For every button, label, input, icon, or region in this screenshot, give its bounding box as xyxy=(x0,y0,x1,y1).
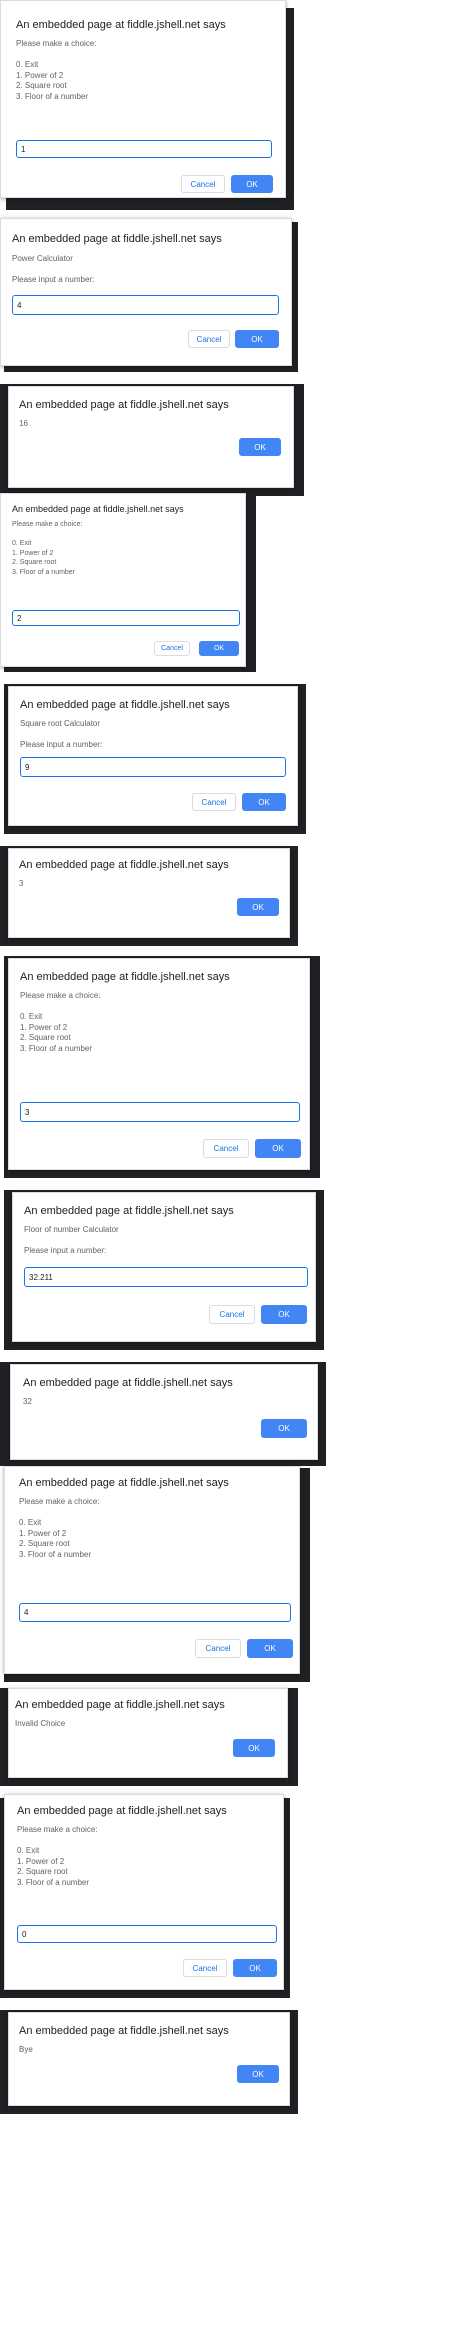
cancel-button[interactable]: Cancel xyxy=(195,1639,241,1658)
prompt-dialog: An embedded page at fiddle.jshell.net sa… xyxy=(0,218,292,366)
ok-button[interactable]: OK xyxy=(242,793,286,811)
dialog-message: 32 xyxy=(23,1397,32,1406)
ok-button[interactable]: OK xyxy=(247,1639,293,1658)
cancel-button[interactable]: Cancel xyxy=(183,1959,227,1977)
dialog-title: An embedded page at fiddle.jshell.net sa… xyxy=(19,2025,229,2037)
dialog-title: An embedded page at fiddle.jshell.net sa… xyxy=(20,971,230,983)
ok-button[interactable]: OK xyxy=(233,1739,275,1757)
dialog-title: An embedded page at fiddle.jshell.net sa… xyxy=(24,1205,234,1217)
ok-button[interactable]: OK xyxy=(233,1959,277,1977)
prompt-dialog: An embedded page at fiddle.jshell.net sa… xyxy=(0,0,286,198)
prompt-dialog: An embedded page at fiddle.jshell.net sa… xyxy=(4,1794,284,1990)
dialog-message: Please make a choice: 0. Exit 1. Power o… xyxy=(16,39,97,101)
prompt-input[interactable] xyxy=(24,1267,308,1287)
ok-button[interactable]: OK xyxy=(237,898,279,916)
alert-dialog: An embedded page at fiddle.jshell.net sa… xyxy=(8,848,290,938)
alert-dialog: An embedded page at fiddle.jshell.net sa… xyxy=(8,2012,290,2106)
prompt-input[interactable] xyxy=(17,1925,277,1943)
dialog-message: Square root Calculator Please input a nu… xyxy=(20,719,103,749)
dialog-message: 3 xyxy=(19,879,24,888)
dialog-message: 16 xyxy=(19,419,28,428)
cancel-button[interactable]: Cancel xyxy=(188,330,230,348)
dialog-title: An embedded page at fiddle.jshell.net sa… xyxy=(15,1699,225,1711)
ok-button[interactable]: OK xyxy=(261,1419,307,1438)
alert-dialog: An embedded page at fiddle.jshell.net sa… xyxy=(8,1688,288,1778)
ok-button[interactable]: OK xyxy=(255,1139,301,1158)
dialog-message: Power Calculator Please input a number: xyxy=(12,254,95,284)
prompt-dialog: An embedded page at fiddle.jshell.net sa… xyxy=(12,1192,316,1342)
dialog-message: Bye xyxy=(19,2045,33,2054)
prompt-input[interactable] xyxy=(19,1603,291,1622)
dialog-message: Floor of number Calculator Please input … xyxy=(24,1225,119,1255)
prompt-input[interactable] xyxy=(12,610,240,626)
ok-button[interactable]: OK xyxy=(231,175,273,193)
dialog-message: Please make a choice: 0. Exit 1. Power o… xyxy=(12,521,83,576)
dialog-title: An embedded page at fiddle.jshell.net sa… xyxy=(19,399,229,411)
prompt-input[interactable] xyxy=(16,140,272,158)
prompt-input[interactable] xyxy=(20,1102,300,1122)
dialog-message: Please make a choice: 0. Exit 1. Power o… xyxy=(17,1825,98,1887)
dialog-title: An embedded page at fiddle.jshell.net sa… xyxy=(20,699,230,711)
cancel-button[interactable]: Cancel xyxy=(192,793,236,811)
alert-dialog: An embedded page at fiddle.jshell.net sa… xyxy=(10,1364,318,1460)
dialog-title: An embedded page at fiddle.jshell.net sa… xyxy=(23,1377,233,1389)
dialog-title: An embedded page at fiddle.jshell.net sa… xyxy=(12,233,222,245)
cancel-button[interactable]: Cancel xyxy=(181,175,225,193)
prompt-dialog: An embedded page at fiddle.jshell.net sa… xyxy=(8,686,298,826)
alert-dialog: An embedded page at fiddle.jshell.net sa… xyxy=(8,386,294,488)
prompt-dialog: An embedded page at fiddle.jshell.net sa… xyxy=(0,493,246,667)
ok-button[interactable]: OK xyxy=(199,641,239,656)
ok-button[interactable]: OK xyxy=(235,330,279,348)
ok-button[interactable]: OK xyxy=(237,2065,279,2083)
dialog-title: An embedded page at fiddle.jshell.net sa… xyxy=(19,859,229,871)
cancel-button[interactable]: Cancel xyxy=(203,1139,249,1158)
prompt-dialog: An embedded page at fiddle.jshell.net sa… xyxy=(4,1466,300,1674)
prompt-input[interactable] xyxy=(12,295,279,315)
cancel-button[interactable]: Cancel xyxy=(154,641,190,656)
dialog-title: An embedded page at fiddle.jshell.net sa… xyxy=(12,504,184,514)
dialog-message: Invalid Choice xyxy=(15,1719,66,1728)
ok-button[interactable]: OK xyxy=(261,1305,307,1324)
prompt-input[interactable] xyxy=(20,757,286,777)
dialog-title: An embedded page at fiddle.jshell.net sa… xyxy=(17,1805,227,1817)
dialog-message: Please make a choice: 0. Exit 1. Power o… xyxy=(20,991,101,1053)
dialog-message: Please make a choice: 0. Exit 1. Power o… xyxy=(19,1497,100,1559)
dialog-title: An embedded page at fiddle.jshell.net sa… xyxy=(16,19,226,31)
dialog-title: An embedded page at fiddle.jshell.net sa… xyxy=(19,1477,229,1489)
ok-button[interactable]: OK xyxy=(239,438,281,456)
prompt-dialog: An embedded page at fiddle.jshell.net sa… xyxy=(8,958,310,1170)
cancel-button[interactable]: Cancel xyxy=(209,1305,255,1324)
